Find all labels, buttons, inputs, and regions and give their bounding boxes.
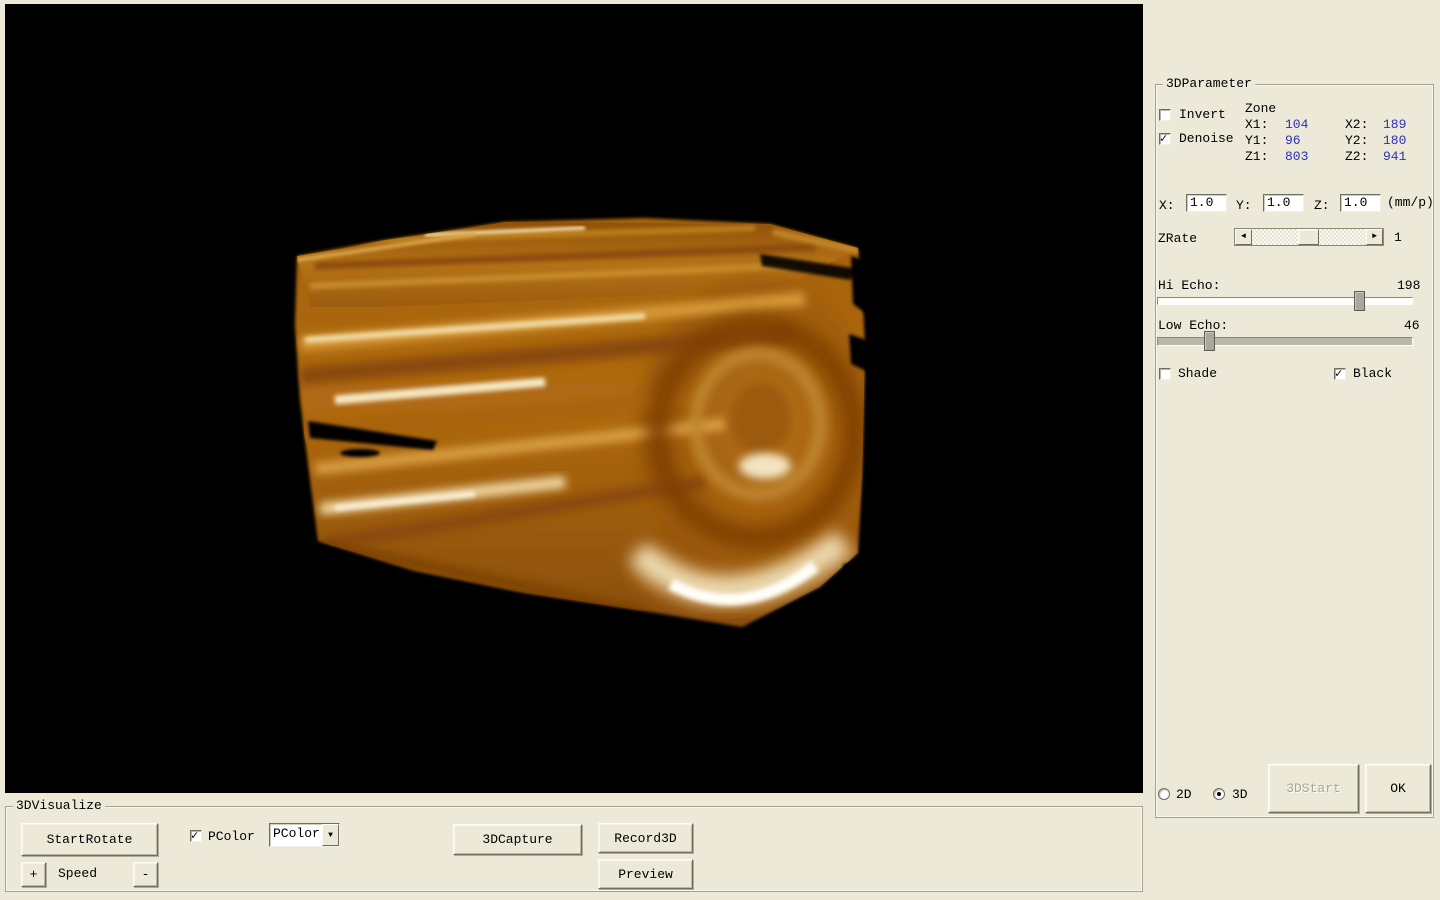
pcolor-dropdown[interactable]: PColor ▼ <box>269 823 340 847</box>
mode-2d-label: 2D <box>1176 787 1192 802</box>
zrate-scroll-track[interactable] <box>1252 229 1366 245</box>
record3d-button[interactable]: Record3D <box>598 823 693 853</box>
speed-minus-button[interactable]: - <box>133 862 158 887</box>
zone-z2-label: Z2: <box>1345 149 1368 164</box>
speed-plus-button[interactable]: + <box>21 862 46 887</box>
mode-2d-radio[interactable] <box>1158 788 1170 800</box>
mode-3d-radio[interactable] <box>1213 788 1225 800</box>
mode-3d-label: 3D <box>1232 787 1248 802</box>
group-3dparameter-title: 3DParameter <box>1163 76 1255 91</box>
zrate-scrollbar[interactable]: ◄ ► <box>1234 228 1384 246</box>
zrate-scroll-thumb[interactable] <box>1298 229 1319 245</box>
arrow-right-icon: ► <box>1372 233 1377 241</box>
hi-echo-slider-track[interactable] <box>1157 297 1413 305</box>
volume-render-3d <box>5 4 1143 793</box>
denoise-checkbox[interactable] <box>1159 133 1171 145</box>
pcolor-checkbox[interactable] <box>190 830 202 842</box>
voxel-x-label: X: <box>1159 198 1175 213</box>
hi-echo-slider-thumb[interactable] <box>1354 291 1365 311</box>
start-rotate-button[interactable]: StartRotate <box>21 823 158 856</box>
black-checkbox[interactable] <box>1334 368 1346 380</box>
dropdown-arrow-icon: ▼ <box>328 831 333 840</box>
pcolor-dropdown-button[interactable]: ▼ <box>322 824 339 846</box>
zrate-label: ZRate <box>1158 231 1197 246</box>
zone-x1-value: 104 <box>1285 117 1308 132</box>
denoise-label: Denoise <box>1179 131 1234 146</box>
preview-button[interactable]: Preview <box>598 859 693 889</box>
zrate-scroll-right-button[interactable]: ► <box>1366 229 1383 245</box>
invert-checkbox[interactable] <box>1159 109 1171 121</box>
zone-x2-label: X2: <box>1345 117 1368 132</box>
render-viewport[interactable] <box>5 4 1143 793</box>
low-echo-value: 46 <box>1404 318 1420 333</box>
zone-x2-value: 189 <box>1383 117 1406 132</box>
zrate-scroll-left-button[interactable]: ◄ <box>1235 229 1252 245</box>
low-echo-slider-thumb[interactable] <box>1204 331 1215 351</box>
low-echo-label: Low Echo: <box>1158 318 1228 333</box>
arrow-left-icon: ◄ <box>1241 233 1246 241</box>
pcolor-label: PColor <box>208 829 255 844</box>
shade-label: Shade <box>1178 366 1217 381</box>
voxel-unit-label: (mm/p) <box>1387 195 1434 210</box>
invert-label: Invert <box>1179 107 1226 122</box>
zone-z1-value: 803 <box>1285 149 1308 164</box>
hi-echo-label: Hi Echo: <box>1158 278 1220 293</box>
speed-label: Speed <box>58 866 97 881</box>
zrate-value: 1 <box>1394 230 1402 245</box>
voxel-z-input[interactable]: 1.0 <box>1340 194 1381 212</box>
ok-button[interactable]: OK <box>1365 764 1431 813</box>
zone-z1-label: Z1: <box>1245 149 1268 164</box>
zone-x1-label: X1: <box>1245 117 1268 132</box>
zone-title: Zone <box>1245 101 1276 116</box>
voxel-y-label: Y: <box>1236 198 1252 213</box>
zone-y2-label: Y2: <box>1345 133 1368 148</box>
3dstart-button[interactable]: 3DStart <box>1268 764 1359 813</box>
voxel-z-label: Z: <box>1314 198 1330 213</box>
voxel-y-input[interactable]: 1.0 <box>1263 194 1304 212</box>
group-3dvisualize: 3DVisualize StartRotate + Speed - PColor… <box>5 806 1143 892</box>
zone-y1-label: Y1: <box>1245 133 1268 148</box>
voxel-x-input[interactable]: 1.0 <box>1186 194 1227 212</box>
group-3dvisualize-title: 3DVisualize <box>13 798 105 813</box>
hi-echo-value: 198 <box>1397 278 1420 293</box>
pcolor-dropdown-value: PColor <box>270 824 322 846</box>
zone-y1-value: 96 <box>1285 133 1301 148</box>
zone-y2-value: 180 <box>1383 133 1406 148</box>
low-echo-slider-track[interactable] <box>1157 337 1413 346</box>
application-window: 3DParameter Invert Denoise Zone X1: 104 … <box>0 0 1440 900</box>
3dcapture-button[interactable]: 3DCapture <box>453 824 582 855</box>
shade-checkbox[interactable] <box>1159 368 1171 380</box>
black-label: Black <box>1353 366 1392 381</box>
group-3dparameter: 3DParameter Invert Denoise Zone X1: 104 … <box>1155 84 1434 818</box>
zone-z2-value: 941 <box>1383 149 1406 164</box>
